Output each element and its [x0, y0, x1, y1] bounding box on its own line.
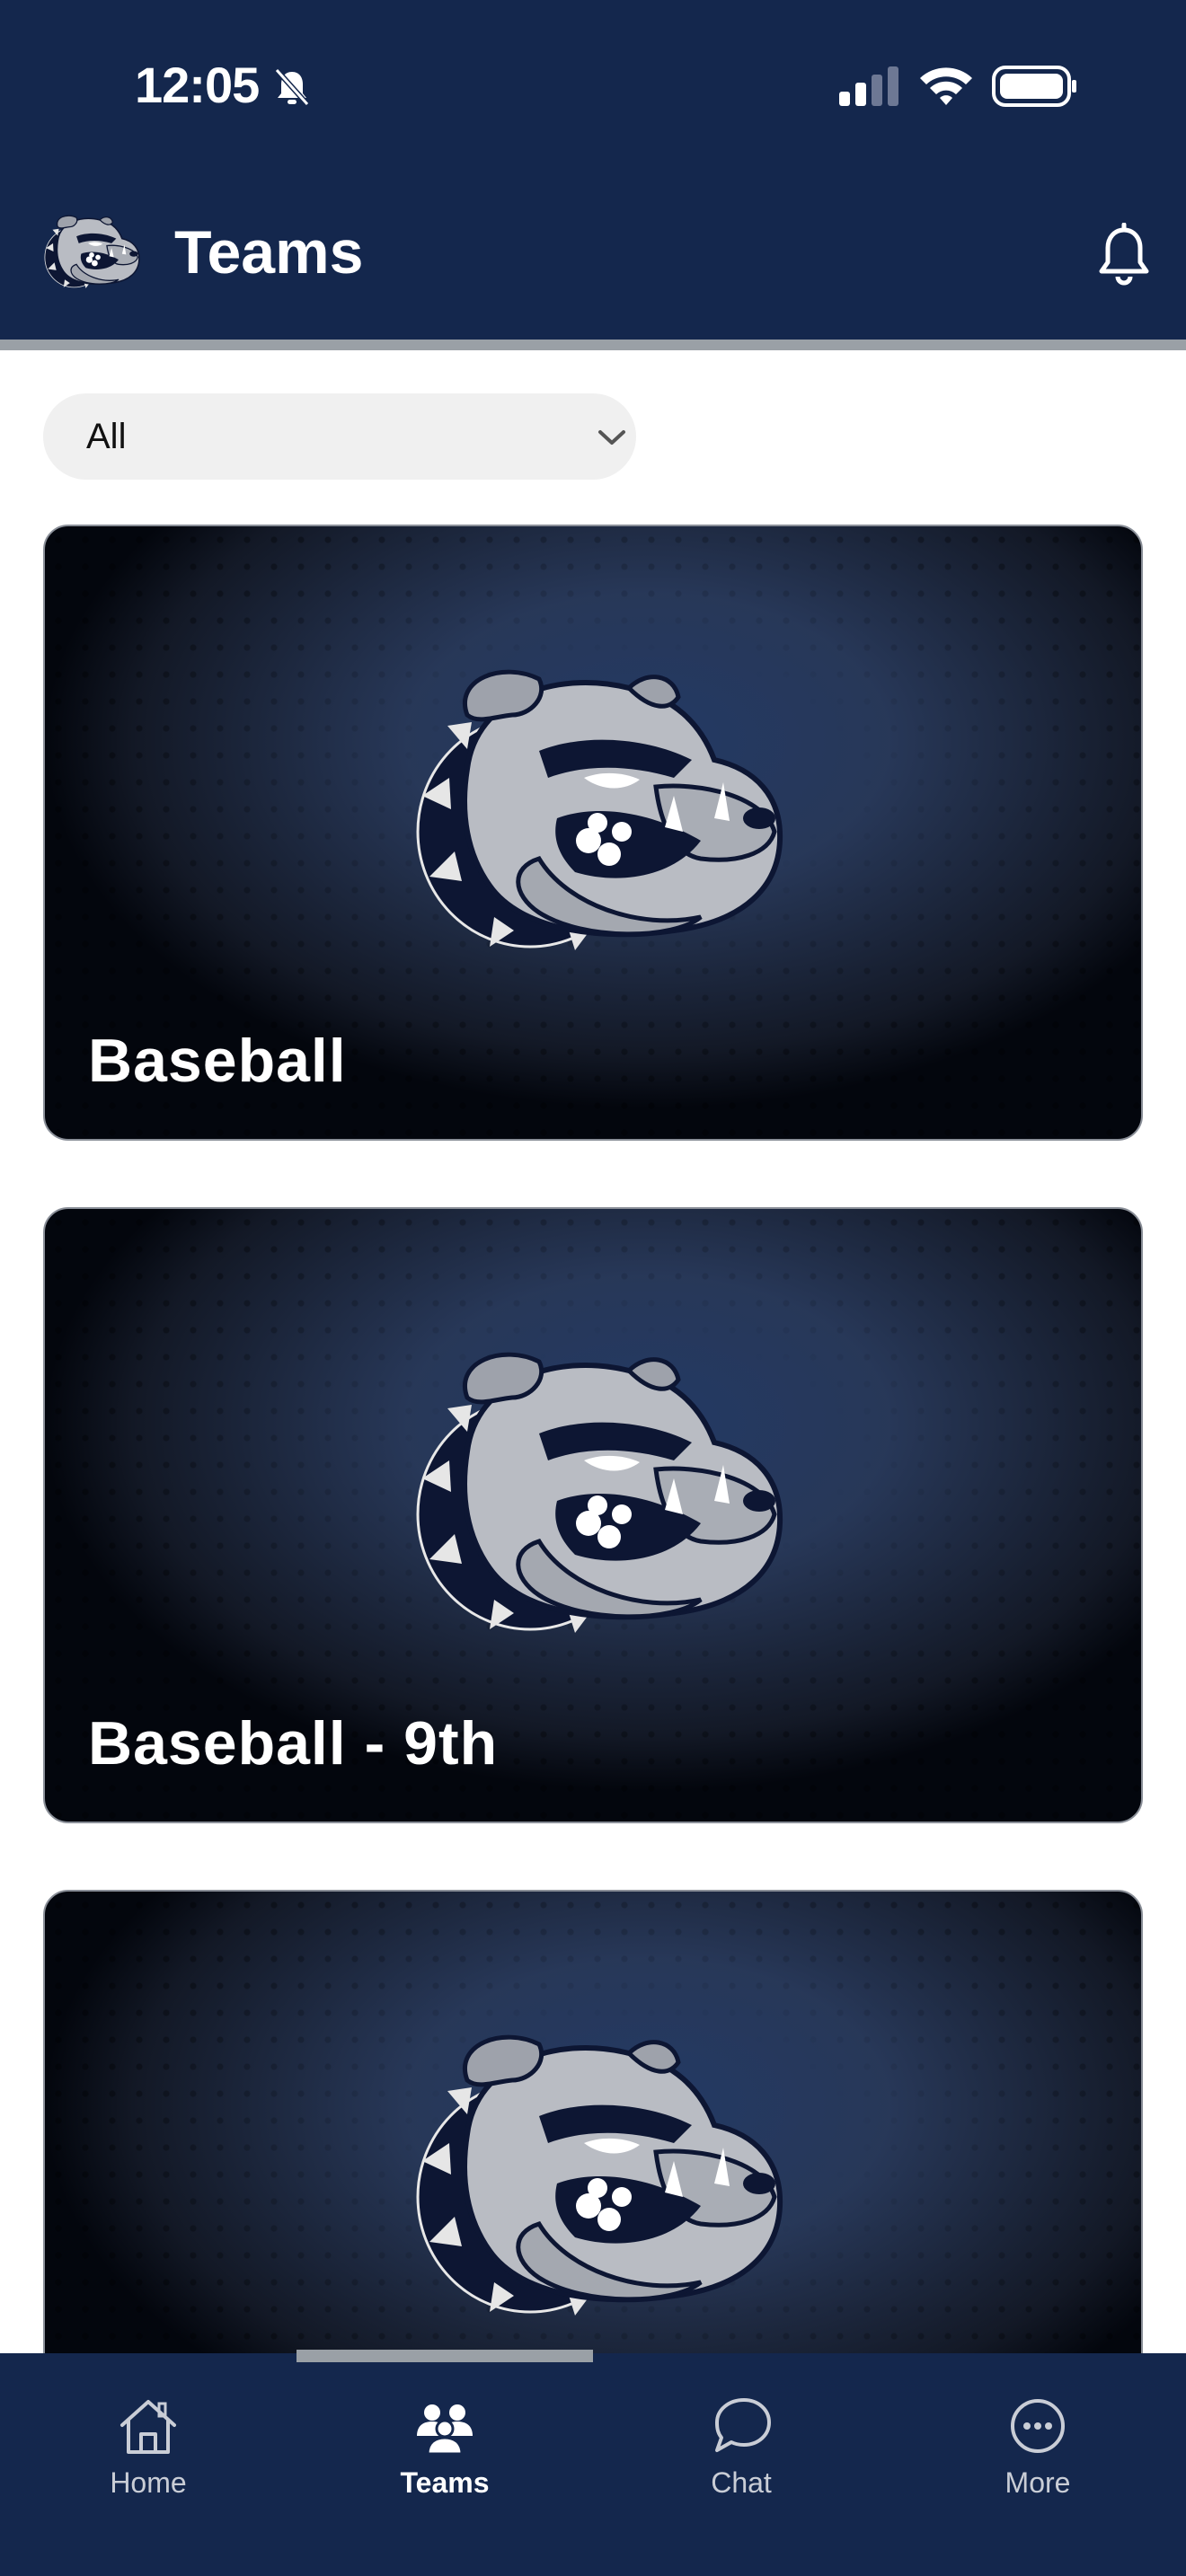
bell-off-icon	[274, 67, 310, 107]
filter-selected-value: All	[86, 417, 127, 456]
tab-home[interactable]: Home	[0, 2353, 296, 2576]
bulldog-logo	[41, 207, 142, 296]
more-icon	[1011, 2399, 1065, 2453]
team-name: Baseball - 9th	[88, 1709, 499, 1778]
battery-icon	[992, 66, 1076, 107]
tab-teams[interactable]: Teams	[296, 2353, 593, 2576]
app-header: Teams	[0, 180, 1186, 341]
bulldog-mascot-image	[404, 2026, 791, 2323]
bottom-tab-bar: Home Teams Chat More	[0, 2353, 1186, 2576]
bulldog-mascot-image	[404, 661, 791, 957]
tab-more-label: More	[1005, 2466, 1071, 2499]
chevron-down-icon	[598, 430, 625, 445]
team-filter-dropdown[interactable]: All	[43, 393, 636, 480]
chat-icon	[715, 2398, 771, 2452]
tab-chat-label: Chat	[711, 2466, 772, 2499]
signal-strength-icon	[839, 66, 898, 106]
header-divider	[0, 340, 1186, 350]
tab-home-label: Home	[110, 2466, 187, 2499]
teams-icon	[417, 2404, 473, 2456]
tab-teams-label: Teams	[400, 2466, 490, 2499]
tab-scroll-indicator	[296, 2350, 593, 2362]
home-icon	[120, 2400, 176, 2454]
page-title: Teams	[174, 218, 364, 287]
team-card[interactable]: Baseball - 9th	[43, 1207, 1143, 1823]
tab-more[interactable]: More	[890, 2353, 1186, 2576]
bulldog-mascot-image	[404, 1344, 791, 1640]
status-time: 12:05	[135, 57, 260, 113]
bell-icon[interactable]	[1094, 223, 1154, 287]
team-card[interactable]: Baseball	[43, 525, 1143, 1141]
team-name: Baseball	[88, 1027, 347, 1095]
wifi-icon	[920, 67, 972, 105]
status-bar: 12:05	[0, 0, 1186, 180]
tab-chat[interactable]: Chat	[593, 2353, 890, 2576]
